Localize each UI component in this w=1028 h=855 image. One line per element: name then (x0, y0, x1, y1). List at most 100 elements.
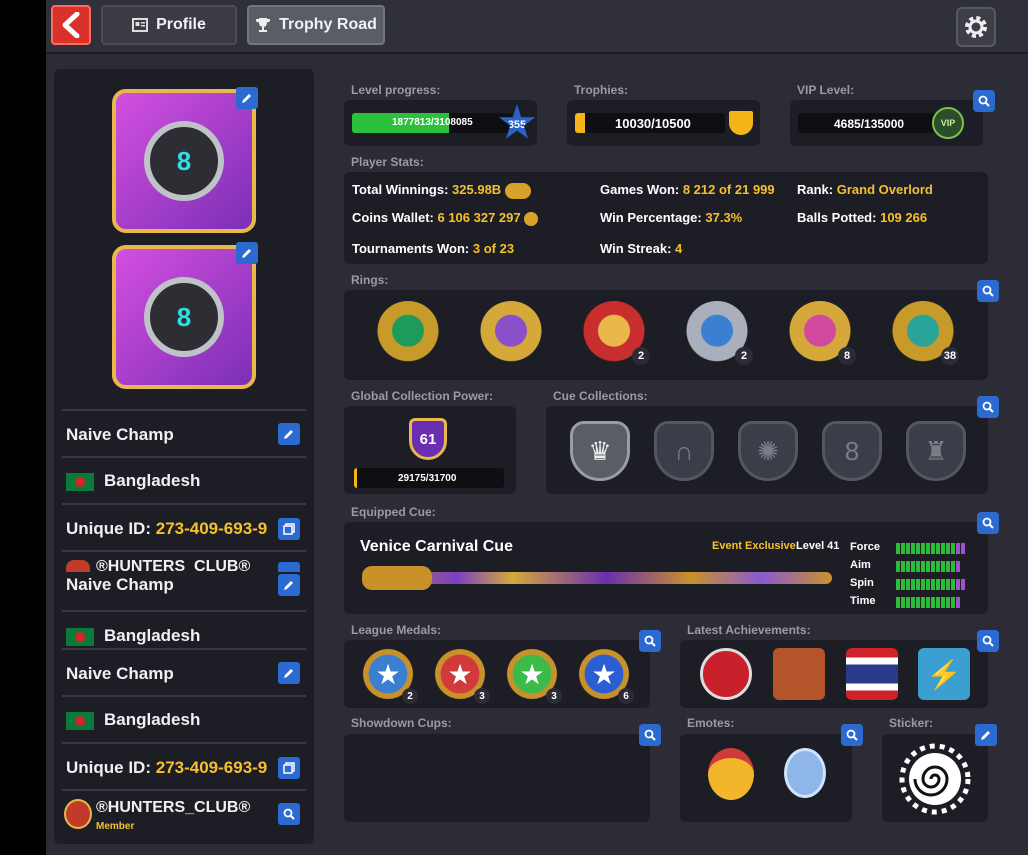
club-row: ®HUNTERS_CLUB® Member (62, 789, 306, 837)
edit-name-button[interactable] (278, 662, 300, 684)
club-name: ®HUNTERS_CLUB® (96, 799, 251, 816)
cue-collection-badge-icon[interactable]: ∩ (654, 421, 714, 481)
pencil-icon (284, 669, 293, 678)
club-emblem-icon (64, 799, 92, 829)
level-progress-panel: 1877813/3108085 355 (344, 100, 537, 146)
club-search-button[interactable] (278, 562, 300, 572)
stat-value: 325.98B (452, 182, 502, 197)
cue-collection-badge-icon[interactable]: 8 (822, 421, 882, 481)
cue-stat-label: Spin (850, 577, 874, 589)
edit-name-button[interactable] (278, 423, 300, 445)
level-progress-bar: 1877813/3108085 (352, 113, 512, 133)
search-icon (644, 635, 656, 647)
ring-item[interactable]: 2 (582, 301, 650, 367)
league-medal-icon[interactable]: ★ 3 (432, 646, 490, 704)
achievements-search-button[interactable] (977, 630, 999, 652)
rings-search-button[interactable] (977, 280, 999, 302)
top-bar: Profile Trophy Road (46, 0, 1028, 54)
back-arrow-icon (62, 12, 80, 38)
player-stats-label: Player Stats: (351, 155, 424, 169)
stat-value: 6 106 327 297 (437, 210, 521, 225)
ring-item[interactable]: 2 (685, 301, 753, 367)
profile-card-icon (132, 18, 149, 32)
tab-trophy-road[interactable]: Trophy Road (247, 5, 385, 45)
collection-progress-fill (354, 468, 357, 488)
search-icon (846, 729, 858, 741)
medal-count: 2 (402, 688, 418, 704)
identity-panel: 8 8 Naive Champ Bangladesh Unique ID: 27… (54, 69, 314, 844)
club-search-button[interactable] (278, 803, 300, 825)
cue-collections-label: Cue Collections: (553, 389, 648, 403)
league-medal-icon[interactable]: ★ 3 (504, 646, 562, 704)
tab-profile-label: Profile (156, 16, 206, 33)
search-icon (283, 808, 295, 820)
medal-count: 3 (546, 688, 562, 704)
country-row: Bangladesh (62, 695, 306, 741)
cue-collection-badge-icon[interactable]: ♜ (906, 421, 966, 481)
collection-progress-text: 29175/31700 (398, 473, 457, 484)
country: Bangladesh (66, 710, 200, 730)
country-row: Bangladesh (62, 610, 306, 648)
edit-sticker-button[interactable] (975, 724, 997, 746)
search-icon (644, 729, 656, 741)
stat-label: Rank: (797, 182, 834, 197)
copy-uid-button[interactable] (278, 757, 300, 779)
vip-badge-icon: VIP (932, 107, 964, 139)
cue-collections-search-button[interactable] (977, 396, 999, 418)
stat-value: 8 212 of 21 999 (682, 182, 775, 197)
stat-games-won: Games Won: 8 212 of 21 999 (600, 182, 775, 197)
ring-count: 38 (941, 347, 959, 365)
back-button[interactable] (51, 5, 91, 45)
league-medals-search-button[interactable] (639, 630, 661, 652)
equipped-cue-search-button[interactable] (977, 512, 999, 534)
vip-search-button[interactable] (973, 90, 995, 112)
copy-uid-button[interactable] (278, 518, 300, 540)
ring-count: 2 (632, 347, 650, 365)
settings-button[interactable] (956, 7, 996, 47)
stat-value: Grand Overlord (836, 182, 933, 197)
uid-row: Unique ID: 273-409-693-9 (62, 503, 306, 549)
club-role: Member (96, 821, 135, 832)
emotes-search-button[interactable] (841, 724, 863, 746)
achievement-thailand-badge (846, 648, 898, 700)
country: Bangladesh (66, 471, 200, 491)
cue-name: Venice Carnival Cue (360, 538, 513, 555)
stat-win-percentage: Win Percentage: 37.3% (600, 210, 742, 225)
copy-icon (283, 523, 295, 535)
search-icon (982, 635, 994, 647)
stat-label: Total Winnings: (352, 182, 449, 197)
club-name: ®HUNTERS_CLUB® (96, 558, 251, 572)
wheel-avatar: 8 (144, 277, 224, 357)
uid: Unique ID: 273-409-693-9 (66, 519, 267, 539)
stat-label: Tournaments Won: (352, 241, 470, 256)
edit-avatar-button[interactable] (236, 242, 258, 264)
stat-value: 109 266 (880, 210, 928, 225)
country-name: Bangladesh (104, 710, 201, 729)
ring-item[interactable] (376, 301, 440, 367)
cue-stat-label: Aim (850, 559, 871, 571)
cue-stat-label: Force (850, 541, 880, 553)
country-name: Bangladesh (104, 626, 201, 645)
stat-total-winnings: Total Winnings: 325.98B (352, 182, 531, 199)
ring-item[interactable]: 38 (891, 301, 959, 367)
league-medals-label: League Medals: (351, 623, 442, 637)
cue-collection-badge-icon[interactable]: ♛ (570, 421, 630, 481)
league-medal-icon[interactable]: ★ 2 (360, 646, 418, 704)
edit-name-button[interactable] (278, 574, 300, 596)
ring-item[interactable]: 8 (788, 301, 856, 367)
pencil-icon (284, 581, 293, 590)
vip-panel: 4685/135000 VIP (790, 100, 983, 146)
stat-label: Win Streak: (600, 241, 672, 256)
ring-item[interactable] (479, 301, 543, 367)
tab-profile[interactable]: Profile (101, 5, 237, 45)
cue-collection-badge-icon[interactable]: ✺ (738, 421, 798, 481)
uid-value: 273-409-693-9 (155, 758, 268, 777)
uid-value: 273-409-693-9 (155, 519, 268, 538)
stat-balls-potted: Balls Potted: 109 266 (797, 210, 927, 225)
league-medal-icon[interactable]: ★ 6 (576, 646, 634, 704)
showdown-search-button[interactable] (639, 724, 661, 746)
tab-trophy-label: Trophy Road (279, 16, 377, 33)
edit-avatar-button[interactable] (236, 87, 258, 109)
trophy-icon (256, 18, 271, 32)
country-row: Bangladesh (62, 456, 306, 502)
